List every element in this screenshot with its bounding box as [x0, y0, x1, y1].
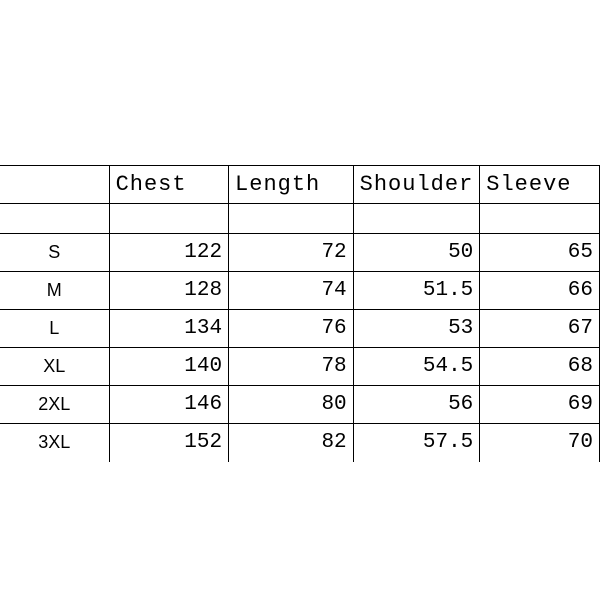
cell-size: S	[0, 234, 109, 272]
cell-length: 72	[229, 234, 354, 272]
header-length: Length	[229, 166, 354, 204]
cell-sleeve: 69	[480, 386, 600, 424]
cell-sleeve: 68	[480, 348, 600, 386]
cell-shoulder: 51.5	[353, 272, 480, 310]
cell-chest: 140	[109, 348, 228, 386]
cell-chest: 146	[109, 386, 228, 424]
table-row: 3XL 152 82 57.5 70	[0, 424, 600, 462]
cell-size: L	[0, 310, 109, 348]
cell-shoulder: 56	[353, 386, 480, 424]
cell-length: 74	[229, 272, 354, 310]
cell-length: 78	[229, 348, 354, 386]
cell-length: 82	[229, 424, 354, 462]
cell-shoulder: 50	[353, 234, 480, 272]
table-row: XL 140 78 54.5 68	[0, 348, 600, 386]
cell-chest: 122	[109, 234, 228, 272]
spacer-row	[0, 204, 600, 234]
header-sleeve: Sleeve	[480, 166, 600, 204]
cell-shoulder: 57.5	[353, 424, 480, 462]
size-chart-table: Chest Length Shoulder Sleeve S 122 72 50…	[0, 165, 600, 462]
table-row: L 134 76 53 67	[0, 310, 600, 348]
cell-chest: 128	[109, 272, 228, 310]
cell-length: 80	[229, 386, 354, 424]
cell-size: M	[0, 272, 109, 310]
cell-chest: 152	[109, 424, 228, 462]
cell-shoulder: 53	[353, 310, 480, 348]
cell-sleeve: 70	[480, 424, 600, 462]
header-chest: Chest	[109, 166, 228, 204]
header-size	[0, 166, 109, 204]
cell-length: 76	[229, 310, 354, 348]
table-row: S 122 72 50 65	[0, 234, 600, 272]
table-header-row: Chest Length Shoulder Sleeve	[0, 166, 600, 204]
table-row: 2XL 146 80 56 69	[0, 386, 600, 424]
table-row: M 128 74 51.5 66	[0, 272, 600, 310]
header-shoulder: Shoulder	[353, 166, 480, 204]
cell-shoulder: 54.5	[353, 348, 480, 386]
cell-size: XL	[0, 348, 109, 386]
cell-sleeve: 66	[480, 272, 600, 310]
cell-size: 2XL	[0, 386, 109, 424]
cell-chest: 134	[109, 310, 228, 348]
cell-sleeve: 67	[480, 310, 600, 348]
cell-sleeve: 65	[480, 234, 600, 272]
cell-size: 3XL	[0, 424, 109, 462]
